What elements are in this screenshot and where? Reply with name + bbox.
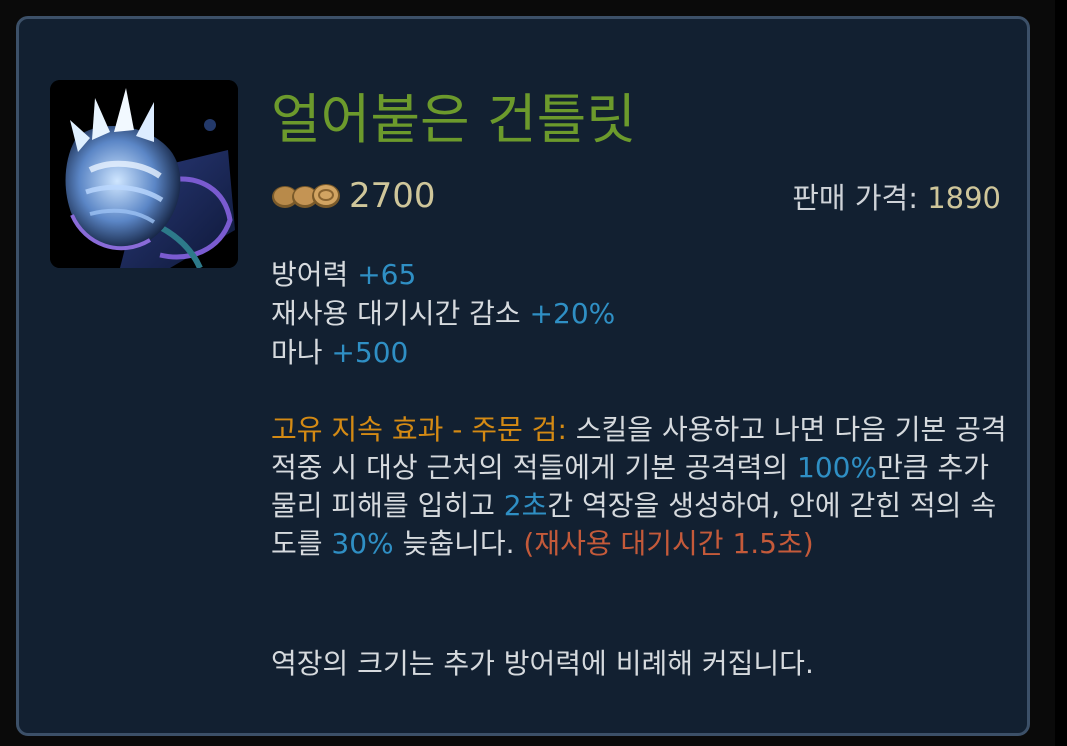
- stat-mana: 마나 +500: [271, 333, 615, 372]
- sell-price-label: 판매 가격:: [792, 181, 928, 215]
- gold-coins-icon: [272, 184, 340, 208]
- passive-description: 고유 지속 효과 - 주문 검: 스킬을 사용하고 나면 다음 기본 공격 적중…: [271, 411, 1011, 563]
- sell-price: 판매 가격: 1890: [792, 175, 1001, 217]
- stat-label: 재사용 대기시간 감소: [271, 297, 530, 330]
- passive-text: 늦춥니다.: [393, 527, 524, 560]
- stats-list: 방어력 +65 재사용 대기시간 감소 +20% 마나 +500: [271, 255, 615, 372]
- passive-value: 30%: [331, 527, 394, 560]
- stat-value: +500: [331, 336, 409, 369]
- window-edge: [1055, 0, 1067, 746]
- stat-label: 마나: [271, 336, 332, 369]
- sell-price-value: 1890: [927, 181, 1001, 215]
- passive-title: 고유 지속 효과 - 주문 검:: [271, 413, 567, 446]
- stat-value: +20%: [529, 297, 616, 330]
- passive-value: 2초: [503, 489, 548, 522]
- stat-label: 방어력: [271, 258, 358, 291]
- item-name: 얼어붙은 건틀릿: [271, 88, 636, 151]
- stat-armor: 방어력 +65: [271, 255, 615, 294]
- field-size-note: 역장의 크기는 추가 방어력에 비례해 커집니다.: [271, 647, 814, 680]
- stat-cooldown-reduction: 재사용 대기시간 감소 +20%: [271, 294, 615, 333]
- stat-value: +65: [357, 258, 417, 291]
- item-price: 2700: [349, 176, 436, 216]
- price-row: 2700: [271, 171, 436, 221]
- passive-cooldown: (재사용 대기시간 1.5초): [523, 527, 814, 560]
- frozen-gauntlet-icon: [50, 80, 238, 268]
- passive-value: 100%: [797, 451, 878, 484]
- item-tooltip: 얼어붙은 건틀릿 2700 판매 가격: 1890 방어력 +65 재사용 대기…: [16, 16, 1030, 736]
